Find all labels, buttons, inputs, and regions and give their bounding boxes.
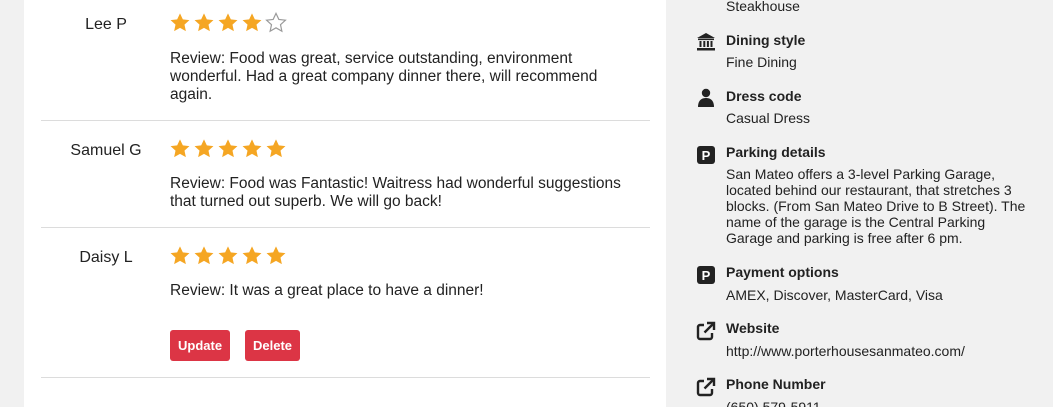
external-link-icon [696, 321, 716, 341]
star-filled-icon [242, 246, 262, 265]
review-item: Daisy L Review: It was a great place to … [41, 228, 650, 378]
cuisine-value: Steakhouse [726, 0, 800, 14]
phone-value: (650) 579-5911 [726, 399, 821, 407]
reviews-panel: Lee P Review: Food was great, service ou… [24, 0, 666, 407]
payment-title: Payment options [726, 264, 839, 280]
star-filled-icon [218, 246, 238, 265]
update-button[interactable]: Update [170, 330, 231, 361]
phone-section: Phone Number (650) 579-5911 [696, 375, 1036, 407]
dining-style-title: Dining style [726, 32, 806, 48]
star-rating [169, 245, 287, 267]
star-filled-icon [242, 139, 262, 158]
review-item: Samuel G Review: Food was Fantastic! Wai… [41, 121, 650, 228]
star-empty-icon [265, 12, 287, 33]
reviewer-name: Samuel G [70, 142, 142, 159]
star-filled-icon [242, 13, 262, 32]
review-text: Review: Food was Fantastic! Waitress had… [170, 175, 621, 210]
dress-code-value: Casual Dress [726, 110, 811, 126]
review-item: Lee P Review: Food was great, service ou… [41, 0, 650, 121]
parking-value: San Mateo offers a 3-level Parking Garag… [726, 166, 1026, 246]
person-icon [698, 88, 714, 107]
star-filled-icon [194, 139, 214, 158]
external-link-icon [696, 377, 716, 397]
reviewer-name: Lee P [85, 16, 127, 33]
svg-text:P: P [702, 268, 711, 283]
star-filled-icon [194, 13, 214, 32]
star-filled-icon [194, 246, 214, 265]
review-text: Review: It was a great place to have a d… [170, 282, 484, 299]
svg-text:P: P [702, 148, 711, 163]
star-rating [169, 138, 287, 160]
bank-icon [697, 33, 715, 51]
review-text: Review: Food was great, service outstand… [170, 50, 598, 103]
star-filled-icon [170, 139, 190, 158]
website-link[interactable]: http://www.porterhousesanmateo.com/ [726, 343, 1026, 359]
dress-code-section: Dress code Casual Dress [696, 87, 1036, 132]
phone-title: Phone Number [726, 376, 826, 392]
reviewer-name: Daisy L [79, 249, 133, 266]
website-section: Website http://www.porterhousesanmateo.c… [696, 319, 1036, 364]
payment-section: P Payment options AMEX, Discover, Master… [696, 263, 1036, 308]
dining-style-section: Dining style Fine Dining [696, 31, 1036, 76]
star-filled-icon [170, 13, 190, 32]
star-filled-icon [266, 139, 286, 158]
star-rating [169, 12, 287, 34]
parking-icon: P [697, 266, 715, 284]
website-title: Website [726, 320, 780, 336]
star-filled-icon [218, 139, 238, 158]
payment-value: AMEX, Discover, MasterCard, Visa [726, 287, 943, 303]
dress-code-title: Dress code [726, 88, 802, 104]
star-filled-icon [218, 13, 238, 32]
parking-icon: P [697, 146, 715, 164]
parking-section: P Parking details San Mateo offers a 3-l… [696, 143, 1036, 253]
star-filled-icon [170, 246, 190, 265]
star-filled-icon [266, 246, 286, 265]
dining-style-value: Fine Dining [726, 54, 797, 70]
delete-button[interactable]: Delete [245, 330, 301, 361]
parking-title: Parking details [726, 144, 826, 160]
